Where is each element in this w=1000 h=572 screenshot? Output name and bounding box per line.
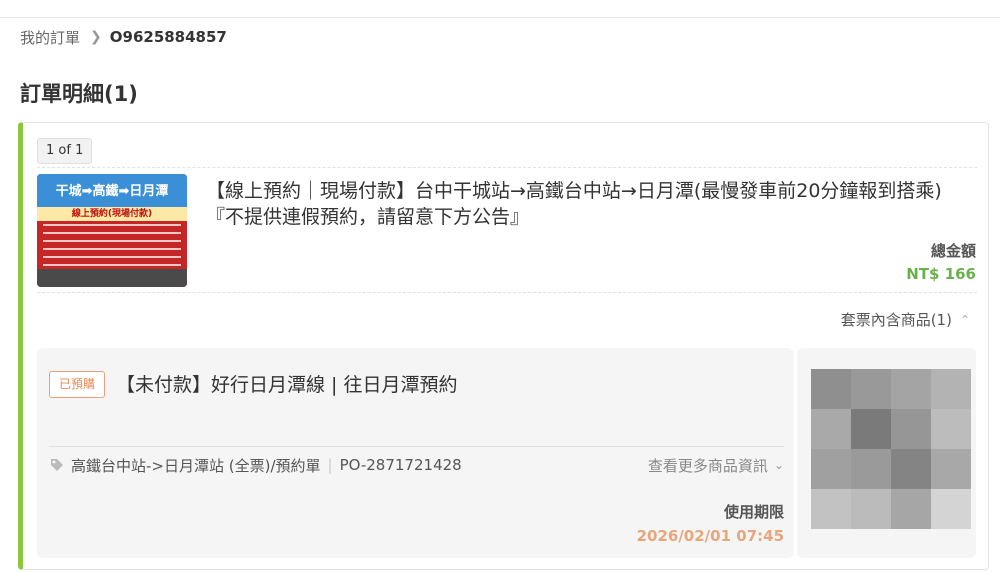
chevron-up-icon: ⌃ <box>959 312 970 327</box>
breadcrumb: 我的訂單 ❯ O9625884857 <box>20 26 227 48</box>
more-product-info-label: 查看更多商品資訊 <box>647 456 768 475</box>
ticket-route: 高鐵台中站->日月潭站 (全票)/預約單 <box>71 456 321 475</box>
photo-mosaic-cell <box>931 489 971 529</box>
thumbnail-subline: 線上預約(現場付款) <box>37 207 187 221</box>
photo-mosaic-cell <box>891 369 931 409</box>
photo-mosaic-cell <box>851 449 891 489</box>
bundle-items-toggle[interactable]: 套票內含商品(1) ⌃ <box>841 309 970 330</box>
divider <box>37 292 977 293</box>
top-divider <box>0 17 1000 18</box>
chevron-down-icon: ⌄ <box>773 458 784 472</box>
page-title: 訂單明細(1) <box>20 82 138 106</box>
ticket-po-number: PO-2871721428 <box>339 456 462 474</box>
photo-mosaic-cell <box>931 369 971 409</box>
photo-mosaic-cell <box>851 369 891 409</box>
breadcrumb-order-number: O9625884857 <box>109 28 227 46</box>
photo-mosaic-cell <box>811 489 851 529</box>
photo-mosaic-cell <box>811 409 851 449</box>
product-title-link[interactable]: 【線上預約｜現場付款】台中干城站→高鐵台中站→日月潭(最慢發車前20分鐘報到搭乘… <box>206 178 976 230</box>
total-amount-label: 總金額 <box>930 242 976 260</box>
divider <box>49 446 784 447</box>
photo-mosaic-cell <box>891 489 931 529</box>
ticket-photo <box>811 369 971 529</box>
status-badge: 已預購 <box>49 371 105 398</box>
photo-mosaic-cell <box>851 409 891 449</box>
thumbnail-headline: 干城➡高鐵➡日月潭 <box>37 174 187 210</box>
product-thumbnail[interactable]: 干城➡高鐵➡日月潭 線上預約(現場付款) <box>37 174 187 287</box>
photo-mosaic-cell <box>851 489 891 529</box>
photo-mosaic-cell <box>931 409 971 449</box>
photo-mosaic-cell <box>891 409 931 449</box>
ticket-title: 【未付款】好行日月潭線 | 往日月潭預約 <box>116 374 458 396</box>
validity-value: 2026/02/01 07:45 <box>636 527 784 545</box>
separator: | <box>327 456 333 474</box>
photo-mosaic-cell <box>811 369 851 409</box>
thumbnail-footer <box>37 269 187 287</box>
validity-label: 使用期限 <box>723 503 784 521</box>
total-amount-value: NT$ 166 <box>906 265 976 283</box>
bundle-items-label: 套票內含商品(1) <box>840 311 952 329</box>
pager-badge: 1 of 1 <box>37 138 93 164</box>
chevron-right-icon: ❯ <box>90 29 102 45</box>
breadcrumb-my-orders-link[interactable]: 我的訂單 <box>20 27 80 48</box>
divider <box>37 167 977 168</box>
tag-icon <box>51 459 63 471</box>
photo-mosaic-cell <box>891 449 931 489</box>
more-product-info-link[interactable]: 查看更多商品資訊 ⌄ <box>648 454 784 476</box>
photo-mosaic-cell <box>811 449 851 489</box>
ticket-info-row: 高鐵台中站->日月潭站 (全票)/預約單 | PO-2871721428 <box>49 454 462 476</box>
photo-mosaic-cell <box>931 449 971 489</box>
